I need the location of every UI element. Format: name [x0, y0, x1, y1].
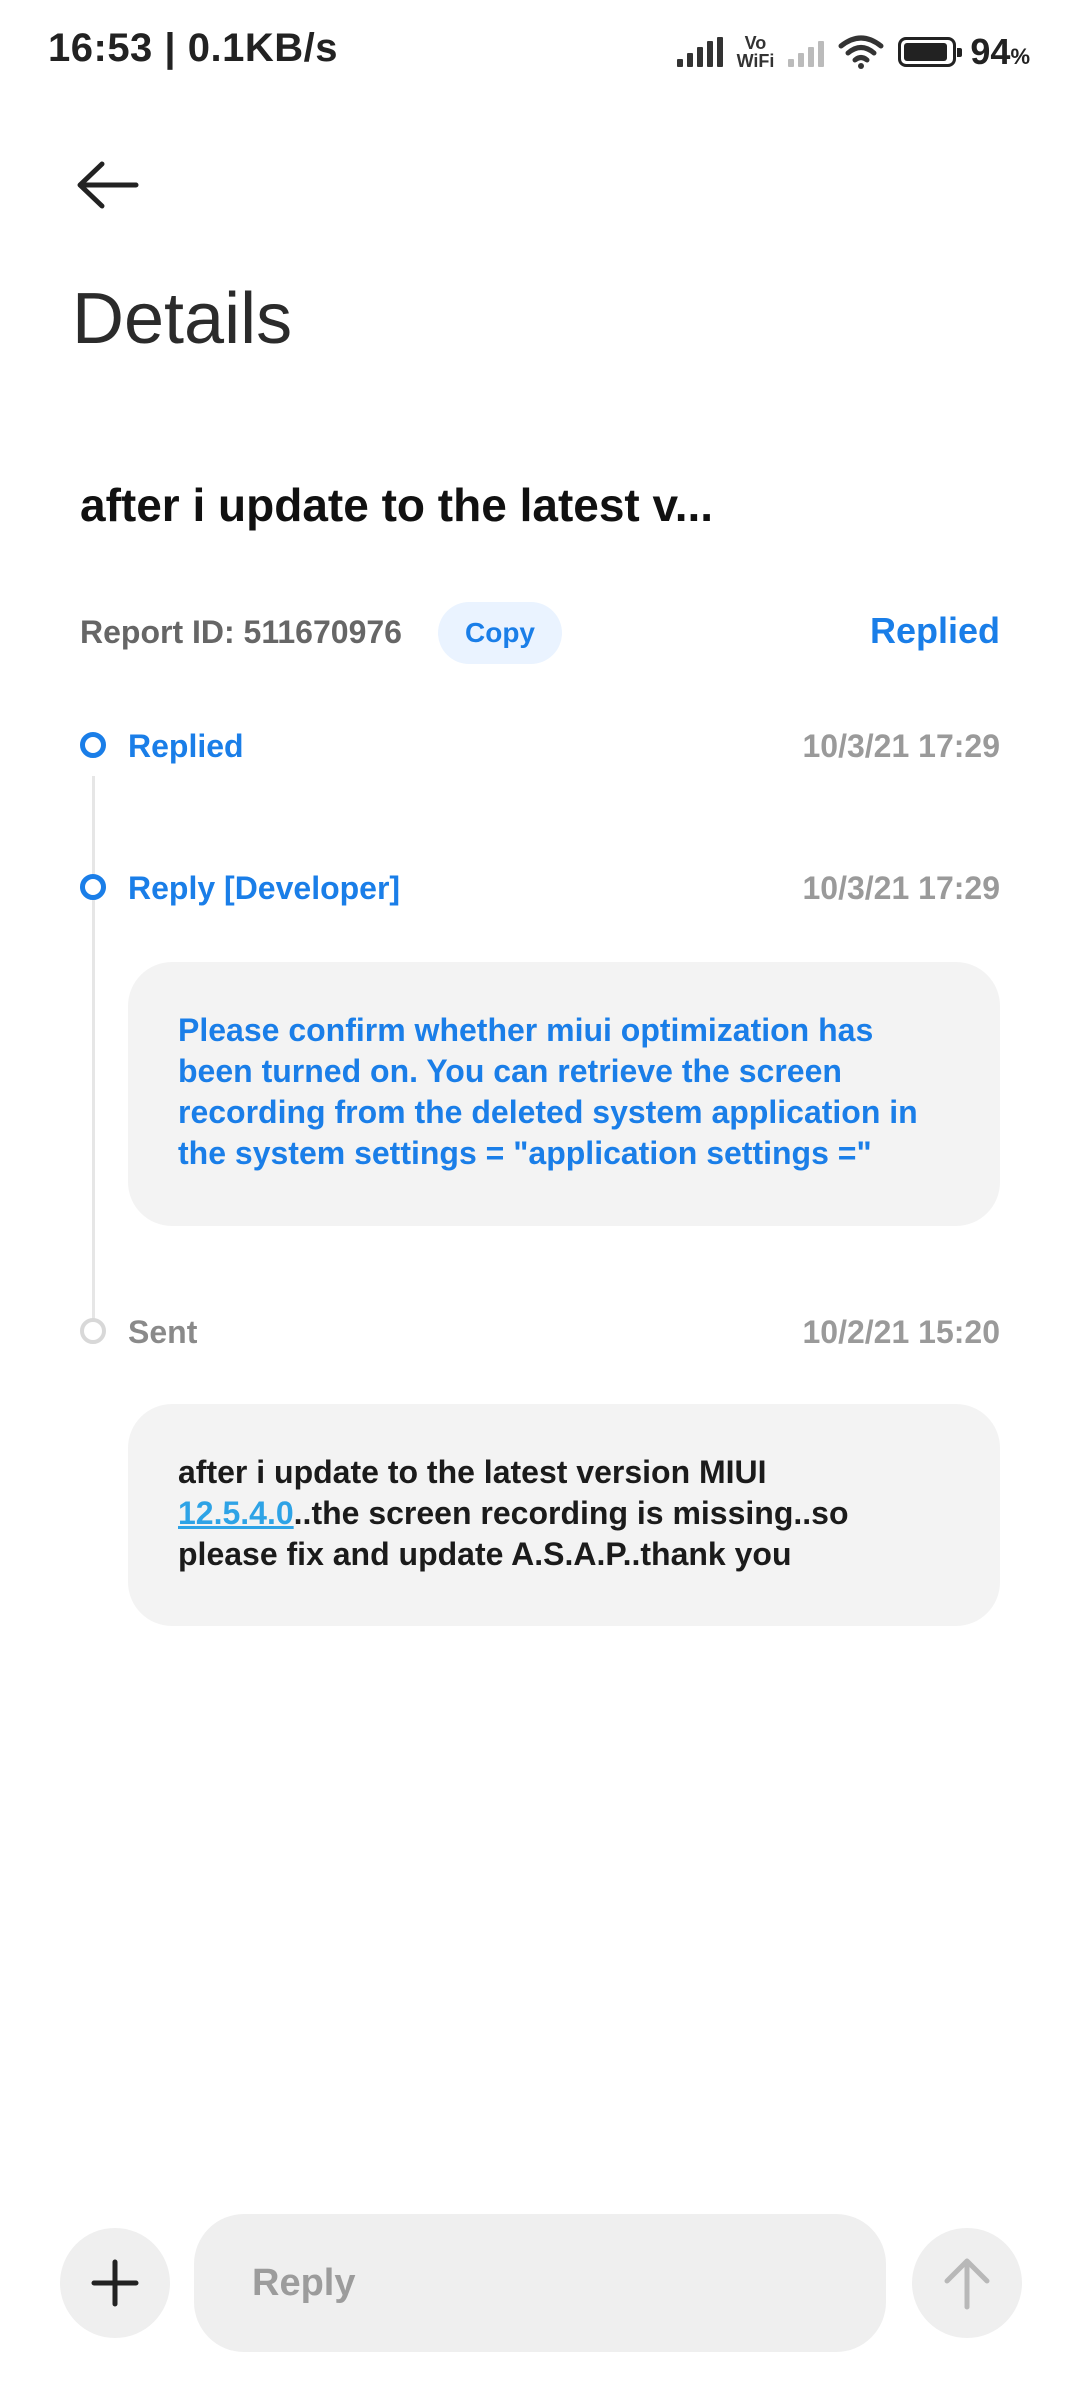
- signal-no-service-icon: [788, 37, 825, 67]
- arrow-up-icon: [944, 2258, 990, 2310]
- timeline-label-developer-reply: Reply [Developer]: [128, 870, 401, 906]
- vowifi-icon: Vo WiFi: [736, 33, 775, 71]
- developer-reply-message: Please confirm whether miui optimization…: [128, 962, 1000, 1226]
- status-time: 16:53 | 0.1KB/s: [48, 26, 338, 70]
- arrow-left-icon: [77, 161, 139, 209]
- timeline-time-sent: 10/2/21 15:20: [802, 1314, 1001, 1350]
- battery-icon: [898, 37, 963, 67]
- signal-icon: [676, 37, 723, 67]
- wifi-icon: [838, 35, 884, 69]
- copy-button[interactable]: Copy: [438, 602, 562, 664]
- timeline-line: [92, 776, 95, 1328]
- timeline-dot-developer-reply: [80, 874, 106, 900]
- plus-icon: [91, 2259, 139, 2307]
- timeline-dot-sent: [80, 1318, 106, 1344]
- timeline-dot-replied: [80, 732, 106, 758]
- status-icons: Vo WiFi 94%: [676, 24, 1030, 80]
- timeline-label-replied: Replied: [128, 728, 244, 764]
- timeline-time-replied: 10/3/21 17:29: [802, 728, 1001, 764]
- send-button[interactable]: [912, 2228, 1022, 2338]
- page-title: Details: [72, 279, 293, 359]
- sent-message: after i update to the latest version MIU…: [128, 1404, 1000, 1626]
- battery-percent: 94%: [970, 31, 1030, 72]
- add-attachment-button[interactable]: [60, 2228, 170, 2338]
- timeline-label-sent: Sent: [128, 1314, 198, 1350]
- back-button[interactable]: [72, 150, 142, 220]
- report-status: Replied: [869, 610, 1000, 651]
- sent-message-text-start: after i update to the latest version MIU…: [178, 1454, 767, 1490]
- version-link[interactable]: 12.5.4.0: [178, 1495, 294, 1531]
- timeline-time-developer-reply: 10/3/21 17:29: [802, 870, 1001, 906]
- report-id: Report ID: 511670976: [80, 614, 402, 650]
- reply-input[interactable]: Reply: [194, 2214, 886, 2352]
- report-title: after i update to the latest v...: [80, 479, 714, 531]
